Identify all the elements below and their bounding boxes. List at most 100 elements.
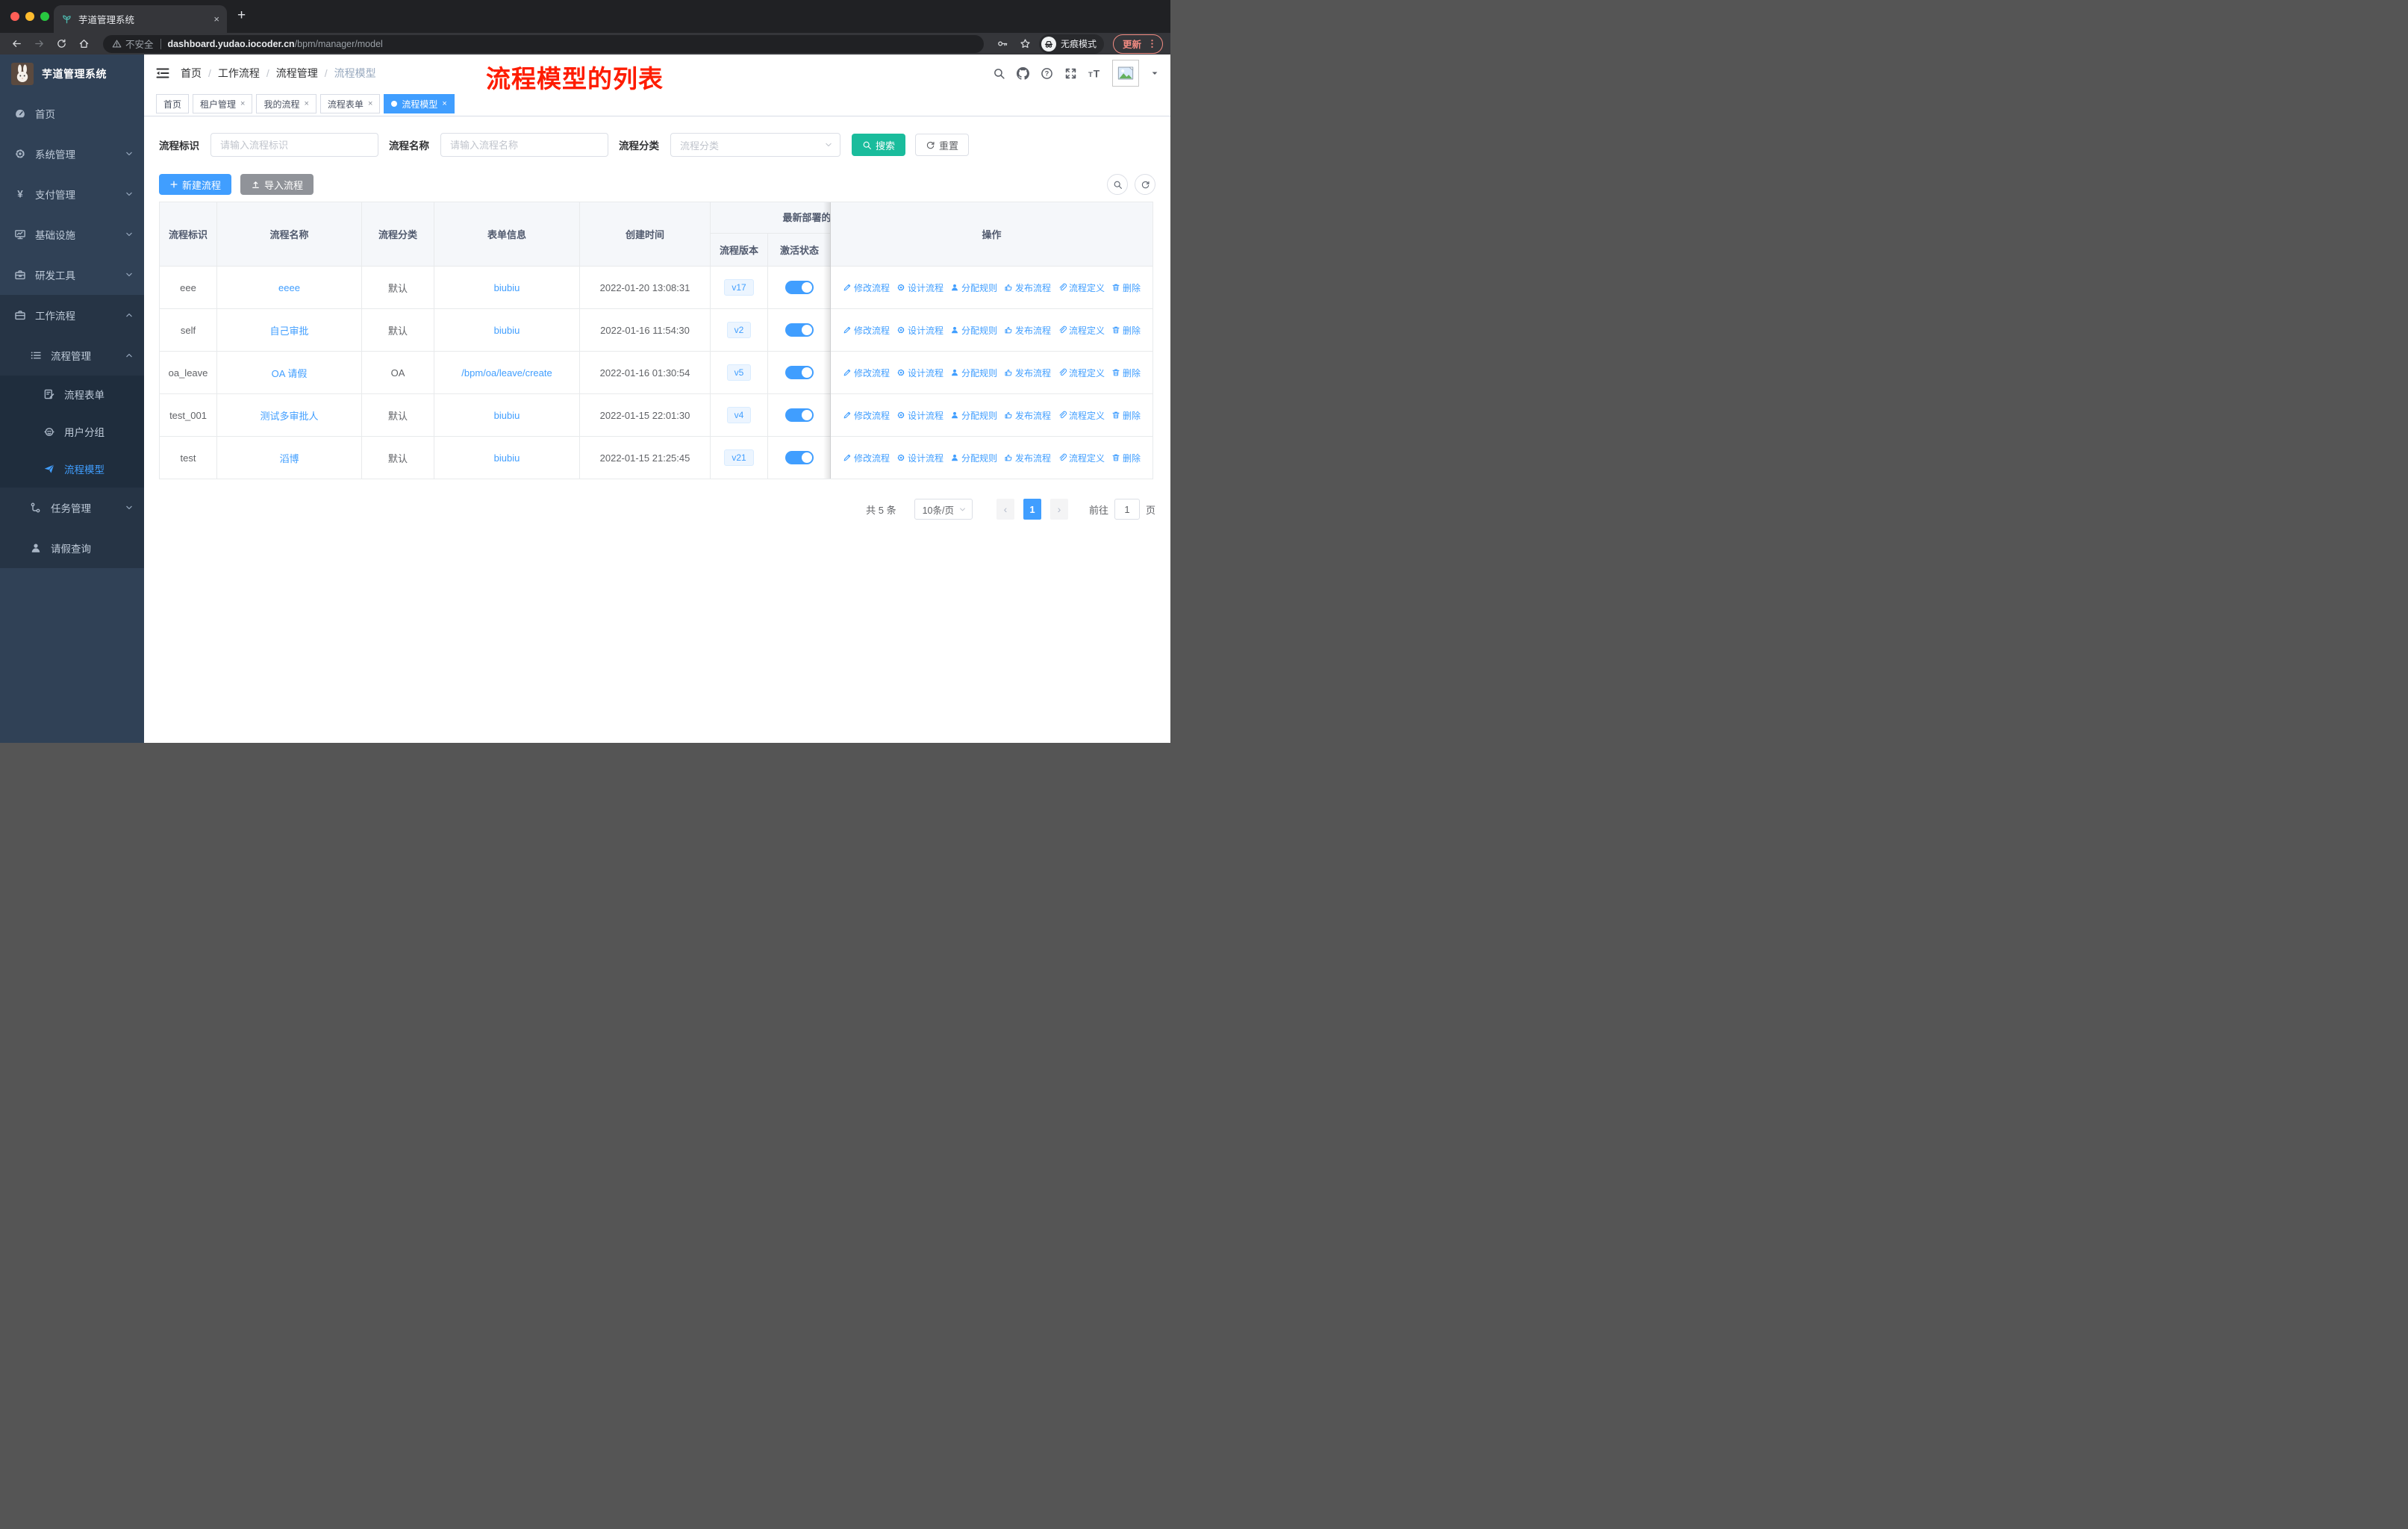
close-tag-icon[interactable]: × bbox=[368, 99, 372, 108]
action-assign-rule[interactable]: 分配规则 bbox=[950, 452, 997, 464]
sidebar-item-3[interactable]: 基础设施 bbox=[0, 214, 144, 255]
breadcrumb-item[interactable]: 工作流程 bbox=[218, 66, 260, 81]
tag-租户管理[interactable]: 租户管理 × bbox=[193, 94, 253, 113]
filter-name-input[interactable] bbox=[440, 133, 608, 157]
address-bar[interactable]: 不安全 dashboard.yudao.iocoder.cn/bpm/manag… bbox=[103, 34, 984, 53]
action-design[interactable]: 设计流程 bbox=[896, 367, 943, 379]
forward-icon[interactable] bbox=[30, 35, 48, 53]
active-toggle[interactable] bbox=[785, 451, 814, 464]
sidebar-item-0[interactable]: 首页 bbox=[0, 93, 144, 134]
action-definition[interactable]: 流程定义 bbox=[1058, 281, 1105, 294]
tag-流程模型[interactable]: 流程模型 × bbox=[384, 94, 455, 113]
action-delete[interactable]: 删除 bbox=[1111, 281, 1141, 294]
minimize-window-button[interactable] bbox=[25, 12, 34, 21]
filter-category-select[interactable]: 流程分类 bbox=[670, 133, 840, 157]
active-toggle[interactable] bbox=[785, 408, 814, 422]
action-modify[interactable]: 修改流程 bbox=[843, 452, 890, 464]
action-definition[interactable]: 流程定义 bbox=[1058, 452, 1105, 464]
action-publish[interactable]: 发布流程 bbox=[1004, 324, 1051, 337]
browser-update-button[interactable]: 更新 bbox=[1112, 34, 1163, 54]
filter-key-input[interactable] bbox=[210, 133, 378, 157]
reset-button[interactable]: 重置 bbox=[915, 134, 970, 156]
bookmark-star-icon[interactable] bbox=[1017, 35, 1035, 53]
action-delete[interactable]: 删除 bbox=[1111, 409, 1141, 422]
active-toggle[interactable] bbox=[785, 323, 814, 337]
reload-icon[interactable] bbox=[52, 35, 70, 53]
sidebar-item-8[interactable]: 用户分组 bbox=[0, 413, 144, 450]
action-assign-rule[interactable]: 分配规则 bbox=[950, 281, 997, 294]
cell-form-link[interactable]: biubiu bbox=[434, 394, 580, 436]
sidebar-item-1[interactable]: 系统管理 bbox=[0, 134, 144, 174]
page-size-select[interactable]: 10条/页 bbox=[914, 499, 973, 520]
close-window-button[interactable] bbox=[10, 12, 19, 21]
cell-name-link[interactable]: 滔博 bbox=[217, 437, 362, 479]
refresh-circle-button[interactable] bbox=[1135, 174, 1155, 195]
tag-首页[interactable]: 首页 bbox=[156, 94, 190, 113]
action-design[interactable]: 设计流程 bbox=[896, 281, 943, 294]
action-design[interactable]: 设计流程 bbox=[896, 409, 943, 422]
action-design[interactable]: 设计流程 bbox=[896, 324, 943, 337]
close-tag-icon[interactable]: × bbox=[240, 99, 245, 108]
tag-我的流程[interactable]: 我的流程 × bbox=[256, 94, 316, 113]
tag-流程表单[interactable]: 流程表单 × bbox=[319, 94, 381, 113]
action-modify[interactable]: 修改流程 bbox=[843, 324, 890, 337]
sidebar-logo[interactable]: 芋道管理系统 bbox=[0, 55, 144, 93]
home-icon[interactable] bbox=[75, 35, 93, 53]
collapse-sidebar-icon[interactable] bbox=[155, 66, 170, 81]
breadcrumb-item[interactable]: 流程管理 bbox=[276, 66, 318, 81]
action-assign-rule[interactable]: 分配规则 bbox=[950, 367, 997, 379]
cell-name-link[interactable]: eeee bbox=[217, 267, 362, 308]
cell-form-link[interactable]: biubiu bbox=[434, 267, 580, 308]
sidebar-item-2[interactable]: ¥ 支付管理 bbox=[0, 174, 144, 214]
search-icon[interactable] bbox=[993, 67, 1005, 80]
prev-page-button[interactable]: ‹ bbox=[996, 499, 1014, 520]
cell-form-link[interactable]: biubiu bbox=[434, 437, 580, 479]
close-tag-icon[interactable]: × bbox=[442, 99, 446, 108]
sidebar-item-6[interactable]: 流程管理 bbox=[0, 335, 144, 376]
key-icon[interactable] bbox=[994, 35, 1012, 53]
back-icon[interactable] bbox=[7, 35, 25, 53]
create-model-button[interactable]: 新建流程 bbox=[159, 174, 232, 195]
action-publish[interactable]: 发布流程 bbox=[1004, 452, 1051, 464]
github-icon[interactable] bbox=[1017, 66, 1029, 80]
import-model-button[interactable]: 导入流程 bbox=[240, 174, 314, 195]
search-button[interactable]: 搜索 bbox=[852, 134, 906, 156]
sidebar-item-5[interactable]: 工作流程 bbox=[0, 295, 144, 335]
goto-page-input[interactable] bbox=[1114, 499, 1140, 520]
sidebar-item-4[interactable]: 研发工具 bbox=[0, 255, 144, 295]
action-modify[interactable]: 修改流程 bbox=[843, 409, 890, 422]
breadcrumb-item[interactable]: 首页 bbox=[181, 66, 202, 81]
action-design[interactable]: 设计流程 bbox=[896, 452, 943, 464]
action-modify[interactable]: 修改流程 bbox=[843, 281, 890, 294]
cell-name-link[interactable]: 自己审批 bbox=[217, 309, 362, 351]
cell-form-link[interactable]: biubiu bbox=[434, 309, 580, 351]
close-tab-icon[interactable]: × bbox=[213, 13, 219, 25]
user-avatar[interactable] bbox=[1112, 60, 1139, 87]
maximize-window-button[interactable] bbox=[40, 12, 49, 21]
action-delete[interactable]: 删除 bbox=[1111, 367, 1141, 379]
action-definition[interactable]: 流程定义 bbox=[1058, 324, 1105, 337]
cell-form-link[interactable]: /bpm/oa/leave/create bbox=[434, 352, 580, 393]
help-icon[interactable]: ? bbox=[1041, 67, 1053, 80]
fullscreen-icon[interactable] bbox=[1064, 67, 1077, 80]
active-toggle[interactable] bbox=[785, 366, 814, 379]
sidebar-item-10[interactable]: 任务管理 bbox=[0, 488, 144, 528]
action-delete[interactable]: 删除 bbox=[1111, 452, 1141, 464]
show-search-circle-button[interactable] bbox=[1107, 174, 1128, 195]
action-publish[interactable]: 发布流程 bbox=[1004, 409, 1051, 422]
current-page-button[interactable]: 1 bbox=[1023, 499, 1041, 520]
font-size-icon[interactable]: TT bbox=[1088, 67, 1101, 80]
next-page-button[interactable]: › bbox=[1049, 499, 1068, 520]
browser-tab[interactable]: 芋道管理系统 × bbox=[54, 5, 227, 33]
sidebar-item-7[interactable]: 流程表单 bbox=[0, 376, 144, 413]
user-menu-caret-icon[interactable] bbox=[1150, 69, 1159, 78]
action-assign-rule[interactable]: 分配规则 bbox=[950, 324, 997, 337]
window-controls[interactable] bbox=[10, 12, 49, 21]
cell-name-link[interactable]: OA 请假 bbox=[217, 352, 362, 393]
new-tab-button[interactable]: + bbox=[237, 7, 246, 24]
action-definition[interactable]: 流程定义 bbox=[1058, 409, 1105, 422]
action-delete[interactable]: 删除 bbox=[1111, 324, 1141, 337]
action-assign-rule[interactable]: 分配规则 bbox=[950, 409, 997, 422]
active-toggle[interactable] bbox=[785, 281, 814, 294]
action-modify[interactable]: 修改流程 bbox=[843, 367, 890, 379]
